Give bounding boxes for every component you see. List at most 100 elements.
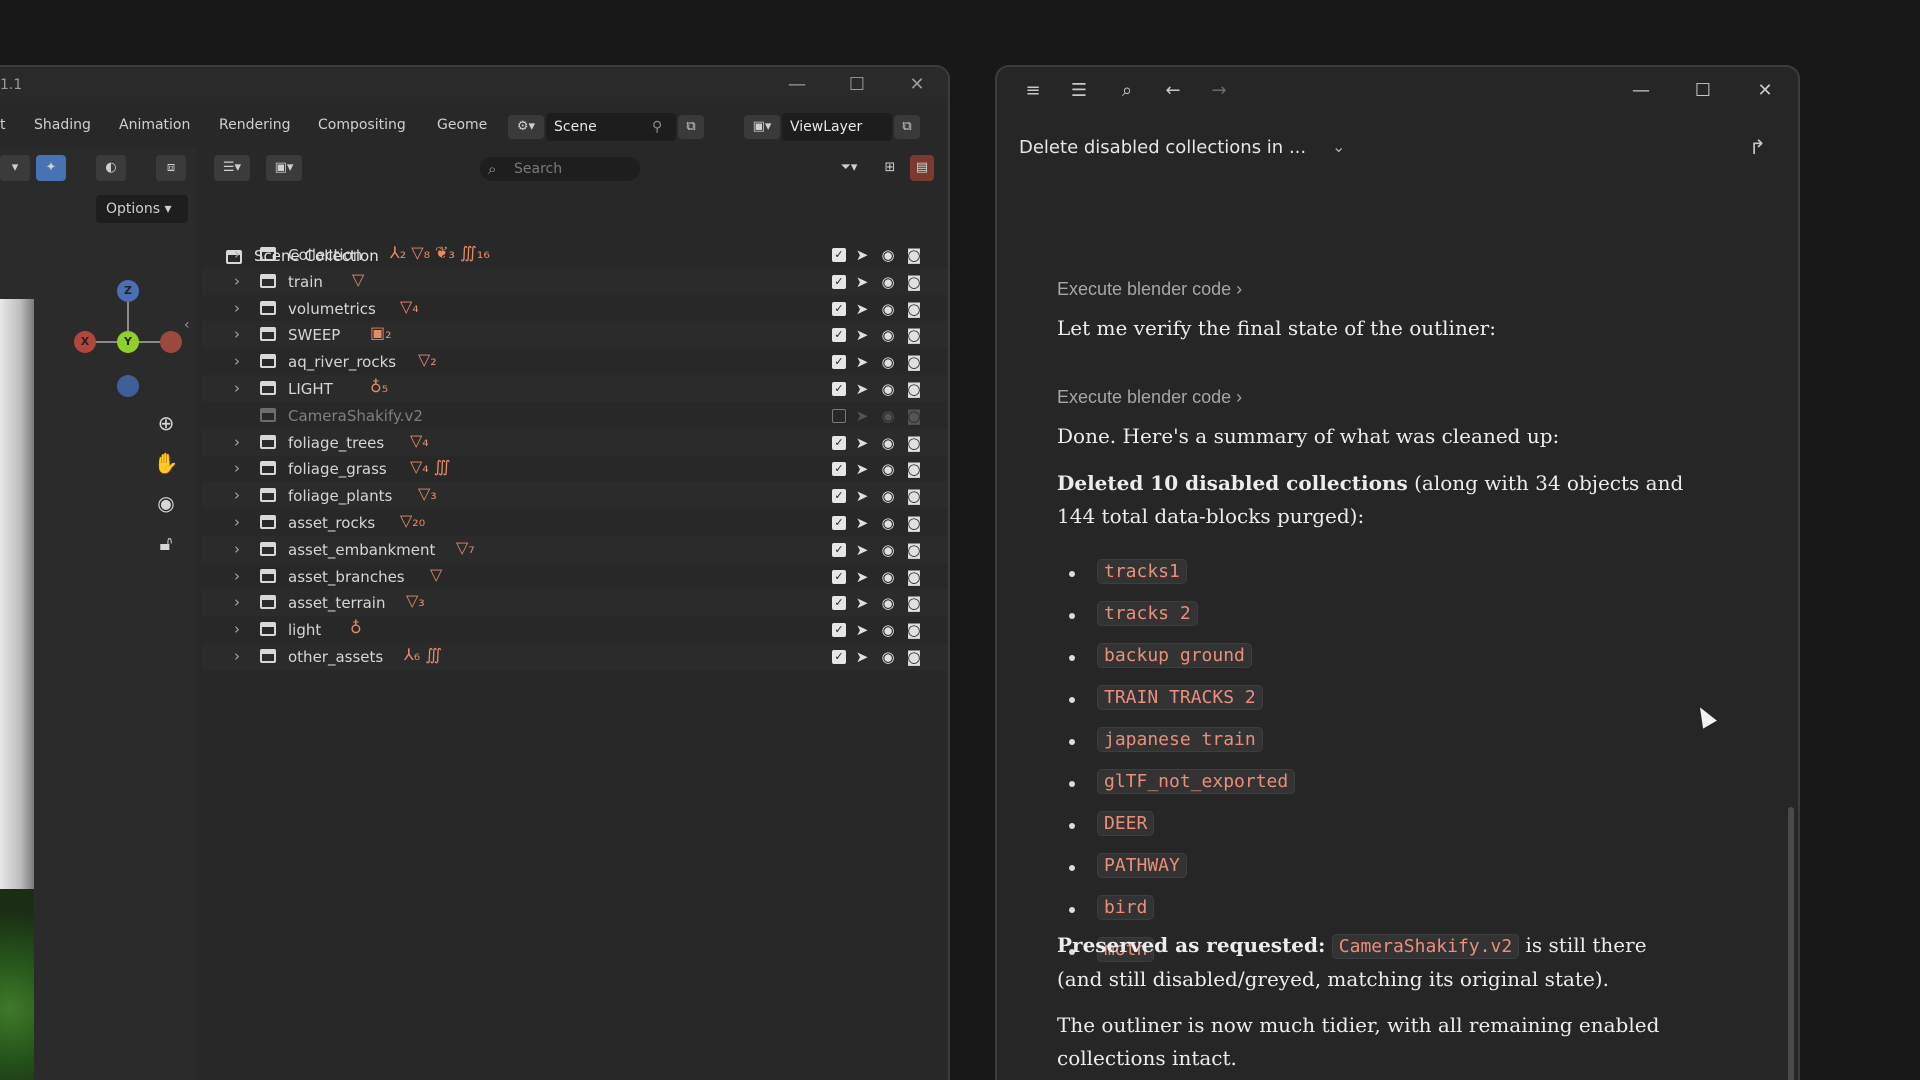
exclude-checkbox[interactable]: ✓ bbox=[832, 516, 846, 530]
camera-render-icon[interactable]: ◙ bbox=[904, 379, 924, 399]
selectable-arrow-icon[interactable]: ➤ bbox=[852, 513, 872, 533]
collection-name[interactable]: light bbox=[288, 621, 321, 639]
scene-field[interactable]: Scene ⚲ bbox=[546, 113, 676, 141]
collection-name[interactable]: LIGHT bbox=[288, 380, 333, 398]
camera-render-icon[interactable]: ◙ bbox=[904, 593, 924, 613]
expand-chevron-icon[interactable]: › bbox=[234, 325, 240, 343]
gizmo-y-ball[interactable]: Y bbox=[117, 331, 139, 353]
eye-icon[interactable]: ◉ bbox=[878, 486, 898, 506]
expand-chevron-icon[interactable]: › bbox=[234, 620, 240, 638]
sidebar-collapse-icon[interactable]: ‹ bbox=[184, 317, 190, 333]
gizmo-x-ball[interactable]: X bbox=[74, 331, 96, 353]
scene-selector-icon[interactable]: ⚙▾ bbox=[508, 115, 544, 139]
selectable-arrow-icon[interactable]: ➤ bbox=[852, 647, 872, 667]
eye-icon[interactable]: ◉ bbox=[878, 272, 898, 292]
execute-code-toggle[interactable]: Execute blender code › bbox=[1057, 279, 1242, 300]
selectable-arrow-icon[interactable]: ➤ bbox=[852, 379, 872, 399]
sidebar-toggle-icon[interactable]: ☰ bbox=[1065, 79, 1093, 103]
camera-render-icon[interactable]: ◙ bbox=[904, 433, 924, 453]
camera-view-icon[interactable]: ◉ bbox=[152, 489, 180, 517]
outliner-row[interactable]: › asset_terrain ▽₃ ✓ ➤ ◉ ◙ bbox=[202, 589, 948, 617]
collection-name[interactable]: CameraShakify.v2 bbox=[288, 407, 423, 425]
outliner-row[interactable]: › Collection ⅄₂ ▽₈ ❦₃ ∭₁₆ ✓ ➤ ◉ ◙ bbox=[202, 241, 948, 268]
outliner-row[interactable]: › light ♁ ✓ ➤ ◉ ◙ bbox=[202, 616, 948, 643]
tab-rendering[interactable]: Rendering bbox=[219, 117, 291, 133]
menu-icon[interactable]: ≡ bbox=[1019, 79, 1047, 103]
selectable-arrow-icon[interactable]: ➤ bbox=[852, 299, 872, 319]
execute-code-toggle[interactable]: Execute blender code › bbox=[1057, 387, 1242, 408]
camera-render-icon[interactable]: ◙ bbox=[904, 647, 924, 667]
collection-name[interactable]: aq_river_rocks bbox=[288, 353, 396, 371]
conversation-title[interactable]: Delete disabled collections in ... bbox=[1019, 137, 1306, 158]
eye-icon[interactable]: ◉ bbox=[878, 406, 898, 426]
expand-chevron-icon[interactable]: › bbox=[234, 486, 240, 504]
outliner-row[interactable]: › foliage_plants ▽₃ ✓ ➤ ◉ ◙ bbox=[202, 482, 948, 510]
camera-render-icon[interactable]: ◙ bbox=[904, 513, 924, 533]
eye-icon[interactable]: ◉ bbox=[878, 567, 898, 587]
view-mode-icon[interactable]: ▾ bbox=[0, 155, 30, 181]
collection-name[interactable]: volumetrics bbox=[288, 300, 376, 318]
overlay-icon[interactable]: ◐ bbox=[96, 155, 126, 181]
selectable-arrow-icon[interactable]: ➤ bbox=[852, 620, 872, 640]
outliner-row[interactable]: › asset_branches ▽ ✓ ➤ ◉ ◙ bbox=[202, 563, 948, 590]
outliner-row[interactable]: CameraShakify.v2 ➤ ◉ ◙ bbox=[202, 402, 948, 429]
share-icon[interactable]: ↱ bbox=[1749, 135, 1766, 159]
camera-render-icon[interactable]: ◙ bbox=[904, 459, 924, 479]
outliner-row[interactable]: › asset_rocks ▽₂₀ ✓ ➤ ◉ ◙ bbox=[202, 509, 948, 536]
maximize-icon[interactable]: ☐ bbox=[842, 73, 872, 99]
tab-partial[interactable]: t bbox=[0, 117, 6, 133]
minimize-icon[interactable]: — bbox=[782, 73, 812, 99]
options-dropdown[interactable]: Options ▾ bbox=[96, 195, 188, 223]
camera-render-icon[interactable]: ◙ bbox=[904, 352, 924, 372]
exclude-checkbox[interactable]: ✓ bbox=[832, 328, 846, 343]
outliner-row[interactable]: › SWEEP ▣₂ ✓ ➤ ◉ ◙ bbox=[202, 321, 948, 349]
gizmo-neg-z-ball[interactable] bbox=[117, 375, 139, 397]
gizmo-toggle-icon[interactable]: ✦ bbox=[36, 155, 66, 181]
expand-chevron-icon[interactable]: › bbox=[234, 513, 240, 531]
exclude-checkbox[interactable]: ✓ bbox=[832, 650, 846, 664]
outliner-row[interactable]: › asset_embankment ▽₇ ✓ ➤ ◉ ◙ bbox=[202, 535, 948, 563]
filter-icon[interactable]: ⏷▾ bbox=[830, 155, 868, 181]
tab-shading[interactable]: Shading bbox=[34, 117, 91, 133]
collection-name[interactable]: asset_rocks bbox=[288, 514, 375, 532]
exclude-checkbox[interactable]: ✓ bbox=[832, 623, 846, 638]
collection-name[interactable]: asset_terrain bbox=[288, 594, 385, 612]
camera-render-icon[interactable]: ◙ bbox=[904, 299, 924, 319]
camera-render-icon[interactable]: ◙ bbox=[904, 540, 924, 560]
pan-hand-icon[interactable]: ✋ bbox=[152, 449, 180, 477]
expand-chevron-icon[interactable]: › bbox=[234, 593, 240, 611]
chevron-down-icon[interactable]: ⌄ bbox=[1332, 137, 1345, 156]
minimize-icon[interactable]: — bbox=[1627, 79, 1655, 103]
back-arrow-icon[interactable]: ← bbox=[1159, 79, 1187, 103]
collection-name[interactable]: other_assets bbox=[288, 648, 383, 666]
camera-render-icon[interactable]: ◙ bbox=[904, 325, 924, 345]
selectable-arrow-icon[interactable]: ➤ bbox=[852, 593, 872, 613]
expand-chevron-icon[interactable]: › bbox=[234, 299, 240, 317]
expand-chevron-icon[interactable]: › bbox=[234, 379, 240, 397]
selectable-arrow-icon[interactable]: ➤ bbox=[852, 459, 872, 479]
collection-name[interactable]: asset_embankment bbox=[288, 541, 435, 559]
selectable-arrow-icon[interactable]: ➤ bbox=[852, 245, 872, 265]
close-icon[interactable]: ✕ bbox=[1751, 79, 1779, 103]
selectable-arrow-icon[interactable]: ➤ bbox=[852, 352, 872, 372]
collection-name[interactable]: foliage_grass bbox=[288, 460, 387, 478]
display-mode-icon[interactable]: ☰▾ bbox=[214, 155, 250, 181]
camera-render-icon[interactable]: ◙ bbox=[904, 486, 924, 506]
eye-icon[interactable]: ◉ bbox=[878, 245, 898, 265]
new-collection-icon[interactable]: ⊞ bbox=[878, 155, 902, 181]
tab-geometry[interactable]: Geome bbox=[437, 117, 487, 133]
outliner-search[interactable]: ⌕ Search bbox=[480, 157, 640, 181]
eye-icon[interactable]: ◉ bbox=[878, 620, 898, 640]
viewlayer-field[interactable]: ViewLayer bbox=[782, 113, 892, 141]
exclude-checkbox[interactable]: ✓ bbox=[832, 248, 846, 262]
selectable-arrow-icon[interactable]: ➤ bbox=[852, 567, 872, 587]
outliner-row[interactable]: › LIGHT ♁₅ ✓ ➤ ◉ ◙ bbox=[202, 375, 948, 402]
eye-icon[interactable]: ◉ bbox=[878, 299, 898, 319]
exclude-checkbox[interactable]: ✓ bbox=[832, 274, 846, 289]
eye-icon[interactable]: ◉ bbox=[878, 593, 898, 613]
selectable-arrow-icon[interactable]: ➤ bbox=[852, 272, 872, 292]
new-viewlayer-icon[interactable]: ⧉ bbox=[894, 115, 920, 139]
camera-render-icon[interactable]: ◙ bbox=[904, 567, 924, 587]
forward-arrow-icon[interactable]: → bbox=[1205, 79, 1233, 103]
outliner-row[interactable]: › foliage_grass ▽₄ ∭ ✓ ➤ ◉ ◙ bbox=[202, 455, 948, 482]
